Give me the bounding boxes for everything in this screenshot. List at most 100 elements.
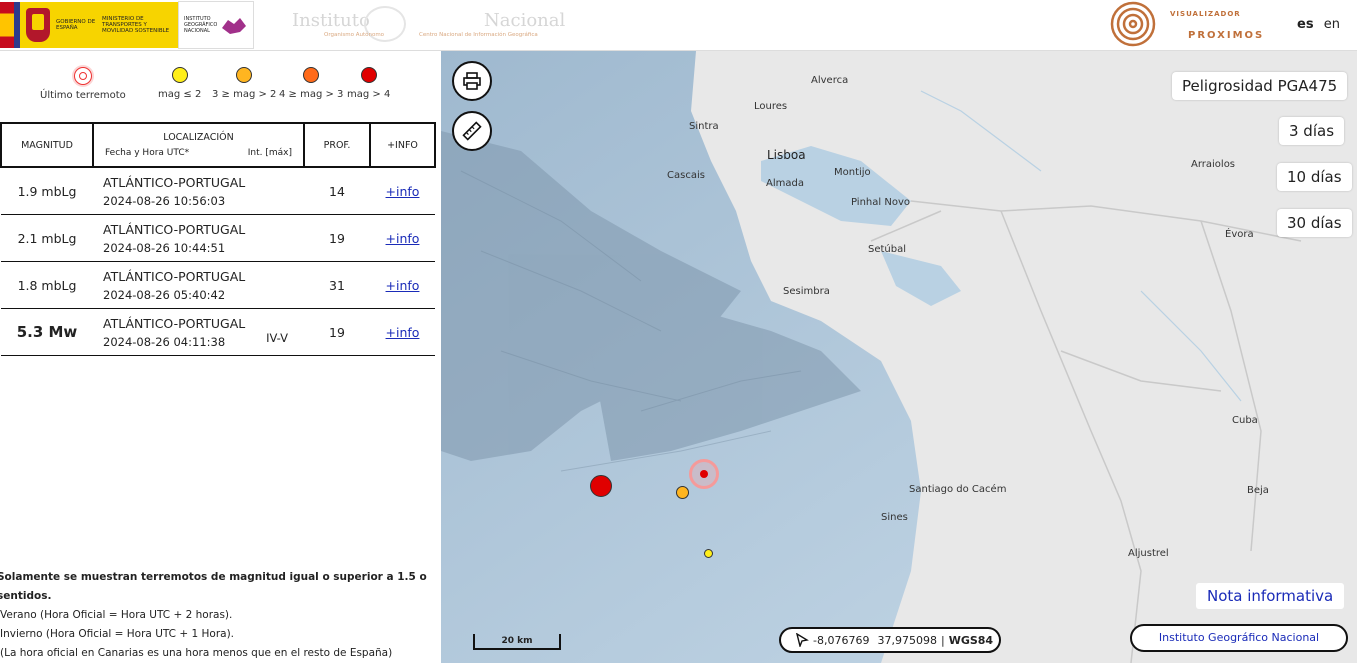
- notes: Solamente se muestran terremotos de magn…: [0, 568, 441, 663]
- table-row[interactable]: 2.1 mbLg ATLÁNTICO-PORTUGAL 2024-08-26 1…: [1, 214, 435, 262]
- nacional-title: Nacional: [484, 10, 566, 31]
- last-earthquake-icon: [73, 67, 92, 85]
- city-cascais: Cascais: [667, 170, 705, 181]
- ign-attribution-link[interactable]: Instituto Geográfico Nacional: [1130, 624, 1348, 652]
- mag-3-4-dot-icon: [303, 67, 320, 83]
- city-aljustrel: Aljustrel: [1128, 548, 1169, 559]
- print-button[interactable]: [452, 61, 492, 101]
- row-location: ATLÁNTICO-PORTUGAL 2024-08-26 10:56:03: [93, 167, 304, 215]
- last-earthquake-dot-icon: [700, 470, 708, 478]
- legend-item: mag ≤ 2: [158, 67, 201, 100]
- row-magnitude: 1.9 mbLg: [1, 167, 93, 215]
- row-info-link[interactable]: +info: [386, 184, 420, 199]
- mag-gt4-dot-icon: [360, 67, 377, 83]
- row-place: ATLÁNTICO-PORTUGAL: [103, 174, 246, 190]
- row-location: ATLÁNTICO-PORTUGAL 2024-08-26 04:11:38 I…: [93, 308, 304, 356]
- ign-small-text: INSTITUTO GEOGRÁFICO NACIONAL: [184, 16, 218, 34]
- peligrosidad-button[interactable]: Peligrosidad PGA475: [1172, 72, 1348, 100]
- row-place: ATLÁNTICO-PORTUGAL: [103, 315, 246, 331]
- note-invierno: Invierno (Hora Oficial = Hora UTC + 1 Ho…: [0, 628, 235, 640]
- row-depth: 19: [304, 308, 370, 356]
- city-lisboa: Lisboa: [767, 148, 806, 162]
- col-prof: PROF.: [303, 122, 371, 168]
- legend: Último terremoto mag ≤ 2 3 ≥ mag > 2 4 ≥…: [0, 63, 441, 113]
- earthquake-marker-mag21[interactable]: [676, 486, 689, 499]
- note-verano: Verano (Hora Oficial = Hora UTC + 2 hora…: [0, 609, 233, 621]
- coordinate-readout: -8,076769 37,975098 | WGS84: [779, 627, 1001, 653]
- legend-label: mag > 4: [347, 89, 391, 100]
- earthquake-marker-mag53[interactable]: [590, 475, 612, 497]
- lang-en[interactable]: en: [1324, 17, 1340, 32]
- instituto-subtitle: Organismo Autónomo: [324, 32, 385, 38]
- legend-item: 3 ≥ mag > 2: [212, 67, 276, 100]
- table-row[interactable]: 1.8 mbLg ATLÁNTICO-PORTUGAL 2024-08-26 0…: [1, 261, 435, 309]
- row-info-cell: +info: [370, 261, 435, 309]
- 3-dias-button[interactable]: 3 días: [1279, 117, 1345, 145]
- last-earthquake-marker[interactable]: [689, 459, 719, 489]
- row-magnitude: 5.3 Mw: [1, 308, 93, 356]
- spiral-icon: [1110, 1, 1156, 47]
- row-place: ATLÁNTICO-PORTUGAL: [103, 268, 246, 284]
- city-pinhal-novo: Pinhal Novo: [851, 197, 910, 208]
- row-info-cell: +info: [370, 308, 435, 356]
- table-row[interactable]: 1.9 mbLg ATLÁNTICO-PORTUGAL 2024-08-26 1…: [1, 167, 435, 215]
- city-sintra: Sintra: [689, 121, 719, 132]
- coat-of-arms-icon: [26, 8, 50, 42]
- earthquake-marker-mag18[interactable]: [704, 549, 713, 558]
- latitude-value: 37,975098: [877, 633, 937, 647]
- legend-label: 3 ≥ mag > 2: [212, 89, 277, 100]
- nota-informativa-button[interactable]: Nota informativa: [1196, 583, 1345, 609]
- legend-last: Último terremoto: [40, 67, 126, 101]
- row-location: ATLÁNTICO-PORTUGAL 2024-08-26 10:44:51: [93, 214, 304, 262]
- proximos-logo: VISUALIZADOR PROXIMOS: [1110, 0, 1270, 50]
- city-montijo: Montijo: [834, 167, 871, 178]
- ign-map-icon: [222, 18, 246, 34]
- lang-es[interactable]: es: [1297, 17, 1314, 32]
- left-panel: Último terremoto mag ≤ 2 3 ≥ mag > 2 4 ≥…: [0, 51, 441, 663]
- spain-flag-strip: [0, 2, 14, 48]
- row-magnitude: 2.1 mbLg: [1, 214, 93, 262]
- city-alverca: Alverca: [811, 75, 849, 86]
- row-info-link[interactable]: +info: [386, 278, 420, 293]
- city-setubal: Setúbal: [868, 244, 907, 255]
- city-evora: Évora: [1225, 229, 1254, 240]
- instituto-title: Instituto: [292, 10, 370, 31]
- 10-dias-button[interactable]: 10 días: [1277, 163, 1352, 191]
- table-row[interactable]: 5.3 Mw ATLÁNTICO-PORTUGAL 2024-08-26 04:…: [1, 308, 435, 356]
- col-int-label: Int. [máx]: [247, 148, 292, 158]
- header: GOBIERNO DE ESPAÑA MINISTERIO DE TRANSPO…: [0, 0, 1357, 51]
- ministerio-text: MINISTERIO DE TRANSPORTES Y MOVILIDAD SO…: [102, 16, 170, 34]
- city-beja: Beja: [1247, 485, 1269, 496]
- col-localizacion: LOCALIZACIÓN Fecha y Hora UTC* Int. [máx]: [92, 122, 305, 168]
- col-magnitud: MAGNITUD: [0, 122, 94, 168]
- proximos-label: PROXIMOS: [1188, 30, 1265, 41]
- language-switch: es en: [1297, 17, 1346, 32]
- note-min-magnitude: Solamente se muestran terremotos de magn…: [0, 571, 427, 602]
- city-cuba: Cuba: [1232, 415, 1258, 426]
- mag-2-3-dot-icon: [236, 67, 253, 83]
- gobierno-logo: GOBIERNO DE ESPAÑA MINISTERIO DE TRANSPO…: [0, 1, 267, 49]
- row-time: 2024-08-26 05:40:42: [103, 287, 226, 302]
- row-info-cell: +info: [370, 214, 435, 262]
- col-info: +INFO: [369, 122, 436, 168]
- note-canarias: (La hora oficial en Canarias es una hora…: [0, 647, 393, 659]
- row-info-link[interactable]: +info: [386, 231, 420, 246]
- mag-le2-dot-icon: [171, 67, 188, 83]
- legend-last-label: Último terremoto: [40, 90, 126, 101]
- map-view[interactable]: Alverca Loures Sintra Lisboa Cascais Alm…: [441, 51, 1357, 663]
- row-info-link[interactable]: +info: [386, 325, 420, 340]
- city-arraiolos: Arraiolos: [1191, 159, 1236, 170]
- row-depth: 31: [304, 261, 370, 309]
- map-background: [441, 51, 1357, 663]
- gobierno-text: GOBIERNO DE ESPAÑA: [56, 19, 96, 31]
- datum-label: WGS84: [948, 633, 994, 647]
- measure-button[interactable]: [452, 111, 492, 151]
- 30-dias-button[interactable]: 30 días: [1277, 209, 1352, 237]
- city-loures: Loures: [754, 101, 788, 112]
- col-fecha-label: Fecha y Hora UTC*: [105, 148, 190, 158]
- row-time: 2024-08-26 10:44:51: [103, 240, 226, 255]
- row-intensity: IV-V: [266, 331, 288, 345]
- longitude-value: -8,076769: [813, 633, 870, 647]
- city-almada: Almada: [766, 178, 804, 189]
- col-localizacion-label: LOCALIZACIÓN: [163, 132, 234, 143]
